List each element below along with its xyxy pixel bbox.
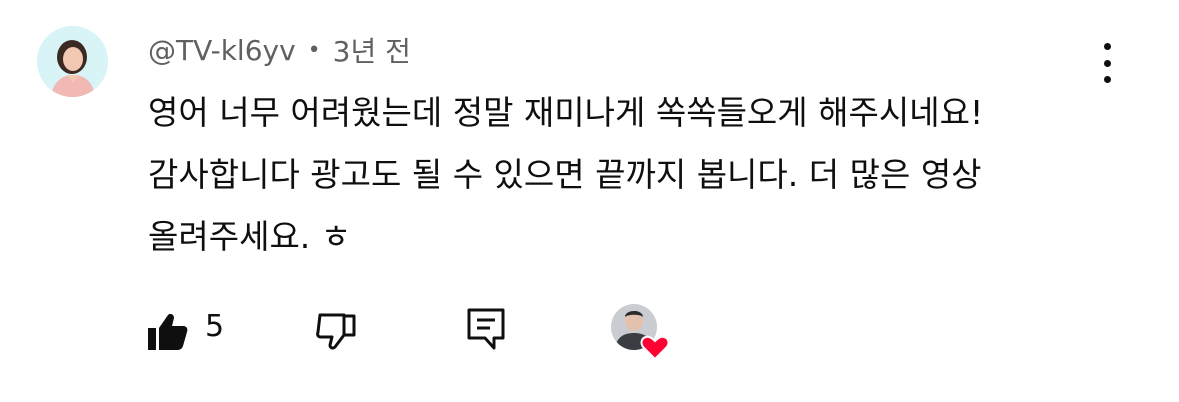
author-handle[interactable]: @TV-kl6yv xyxy=(148,34,296,67)
creator-heart-badge xyxy=(610,303,670,361)
reply-comment-icon xyxy=(467,308,505,350)
thumb-up-icon xyxy=(148,314,188,350)
comment-actions: 5 xyxy=(0,303,1179,361)
reply-button[interactable] xyxy=(466,307,506,351)
thumb-down-icon xyxy=(316,313,356,350)
comment-text: 영어 너무 어려웠는데 정말 재미나게 쏙쏙들오게 해주시네요! 감사합니다 광… xyxy=(148,93,984,256)
comment-timestamp[interactable]: 3년 전 xyxy=(333,30,411,70)
comment-meta: @TV-kl6yv • 3년 전 xyxy=(148,30,411,70)
meta-separator: • xyxy=(307,37,321,63)
avatar-image xyxy=(37,26,108,97)
dislike-button[interactable] xyxy=(314,309,358,353)
more-dot xyxy=(1103,59,1111,67)
more-vertical-icon xyxy=(1103,43,1111,50)
creator-heart-icon xyxy=(640,335,670,361)
more-options-button[interactable] xyxy=(1098,43,1116,83)
like-button[interactable] xyxy=(146,309,190,353)
like-count: 5 xyxy=(205,309,225,344)
author-avatar[interactable] xyxy=(37,26,108,97)
creator-avatar xyxy=(611,304,670,361)
